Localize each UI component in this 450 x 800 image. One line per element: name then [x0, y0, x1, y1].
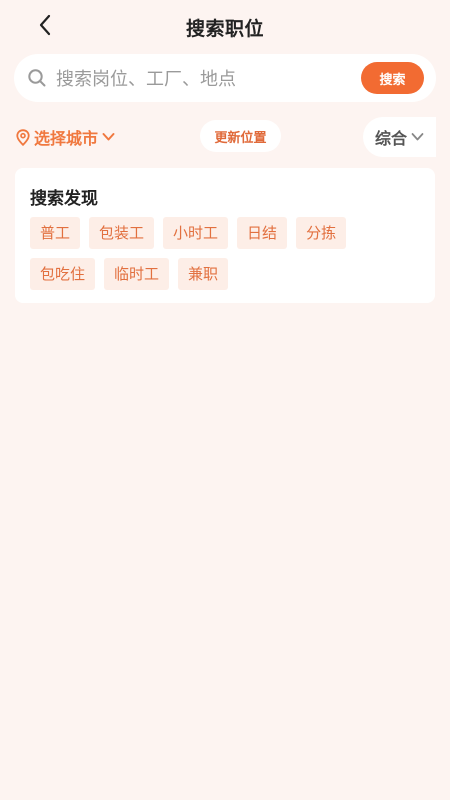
- tag-chip[interactable]: 包装工: [89, 217, 155, 249]
- search-discover-card: 搜索发现 普工 包装工 小时工 日结 分拣 包吃住 临时工 兼职: [15, 168, 435, 303]
- discover-title: 搜索发现: [30, 189, 98, 209]
- tag-chip[interactable]: 分拣: [296, 217, 347, 249]
- location-pin-icon: [16, 128, 30, 146]
- tag-chip[interactable]: 兼职: [178, 258, 229, 290]
- sort-selector[interactable]: 综合: [363, 117, 436, 157]
- tag-row: 包吃住 临时工 兼职: [30, 258, 425, 290]
- search-bar: 搜索: [14, 54, 436, 102]
- city-selector[interactable]: 选择城市: [16, 124, 115, 150]
- search-jobs-page: 搜索职位 搜索 选择城市 更新位置 综合 搜索发现 普工: [0, 0, 450, 800]
- search-input[interactable]: [54, 62, 358, 96]
- tag-chip[interactable]: 临时工: [104, 258, 170, 290]
- discover-tags: 普工 包装工 小时工 日结 分拣 包吃住 临时工 兼职: [30, 217, 425, 299]
- tag-chip[interactable]: 普工: [30, 217, 81, 249]
- chevron-down-icon: [102, 133, 115, 141]
- header: 搜索职位: [0, 0, 450, 52]
- search-icon: [28, 69, 46, 87]
- search-button[interactable]: 搜索: [361, 62, 424, 94]
- update-location-button[interactable]: 更新位置: [200, 120, 281, 152]
- tag-chip[interactable]: 包吃住: [30, 258, 96, 290]
- tag-chip[interactable]: 小时工: [163, 217, 229, 249]
- sort-label: 综合: [374, 129, 407, 148]
- page-title: 搜索职位: [185, 18, 264, 40]
- chevron-down-icon: [411, 133, 424, 141]
- tag-row: 普工 包装工 小时工 日结 分拣: [30, 217, 425, 249]
- city-label: 选择城市: [34, 129, 99, 148]
- tag-chip[interactable]: 日结: [237, 217, 288, 249]
